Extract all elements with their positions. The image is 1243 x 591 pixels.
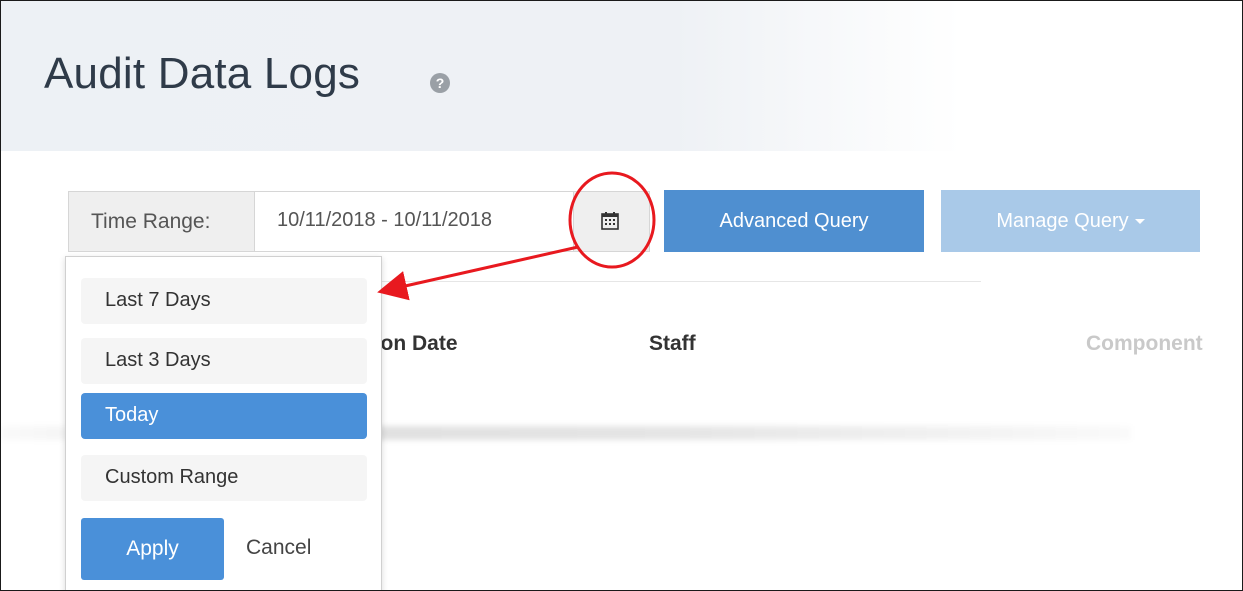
divider	[381, 281, 981, 282]
help-icon[interactable]: ?	[430, 73, 450, 93]
range-option-custom-range[interactable]: Custom Range	[81, 455, 367, 501]
screenshot-frame: Audit Data Logs ? Time Range: 10/11/2018…	[0, 0, 1243, 591]
apply-button[interactable]: Apply	[81, 518, 224, 580]
manage-query-label: Manage Query	[996, 210, 1129, 232]
advanced-query-button[interactable]: Advanced Query	[664, 190, 924, 252]
chevron-down-icon	[1134, 219, 1145, 225]
time-range-addon: Time Range:	[68, 191, 255, 252]
manage-query-button[interactable]: Manage Query	[941, 190, 1200, 252]
time-range-dropdown: Last 7 Days Last 3 Days Today Custom Ran…	[65, 256, 382, 590]
calendar-icon	[601, 212, 619, 230]
page-title: Audit Data Logs	[44, 49, 361, 98]
range-option-today[interactable]: Today	[81, 393, 367, 439]
range-option-last-3-days[interactable]: Last 3 Days	[81, 338, 367, 384]
column-header-staff[interactable]: Staff	[649, 332, 696, 356]
column-header-component[interactable]: Component	[1086, 332, 1203, 356]
annotation-arrow	[377, 245, 579, 301]
time-range-label: Time Range:	[91, 210, 211, 233]
range-option-last-7-days[interactable]: Last 7 Days	[81, 278, 367, 324]
calendar-button[interactable]	[574, 191, 650, 252]
cancel-button[interactable]: Cancel	[246, 536, 311, 560]
date-range-input[interactable]: 10/11/2018 - 10/11/2018	[255, 191, 574, 252]
